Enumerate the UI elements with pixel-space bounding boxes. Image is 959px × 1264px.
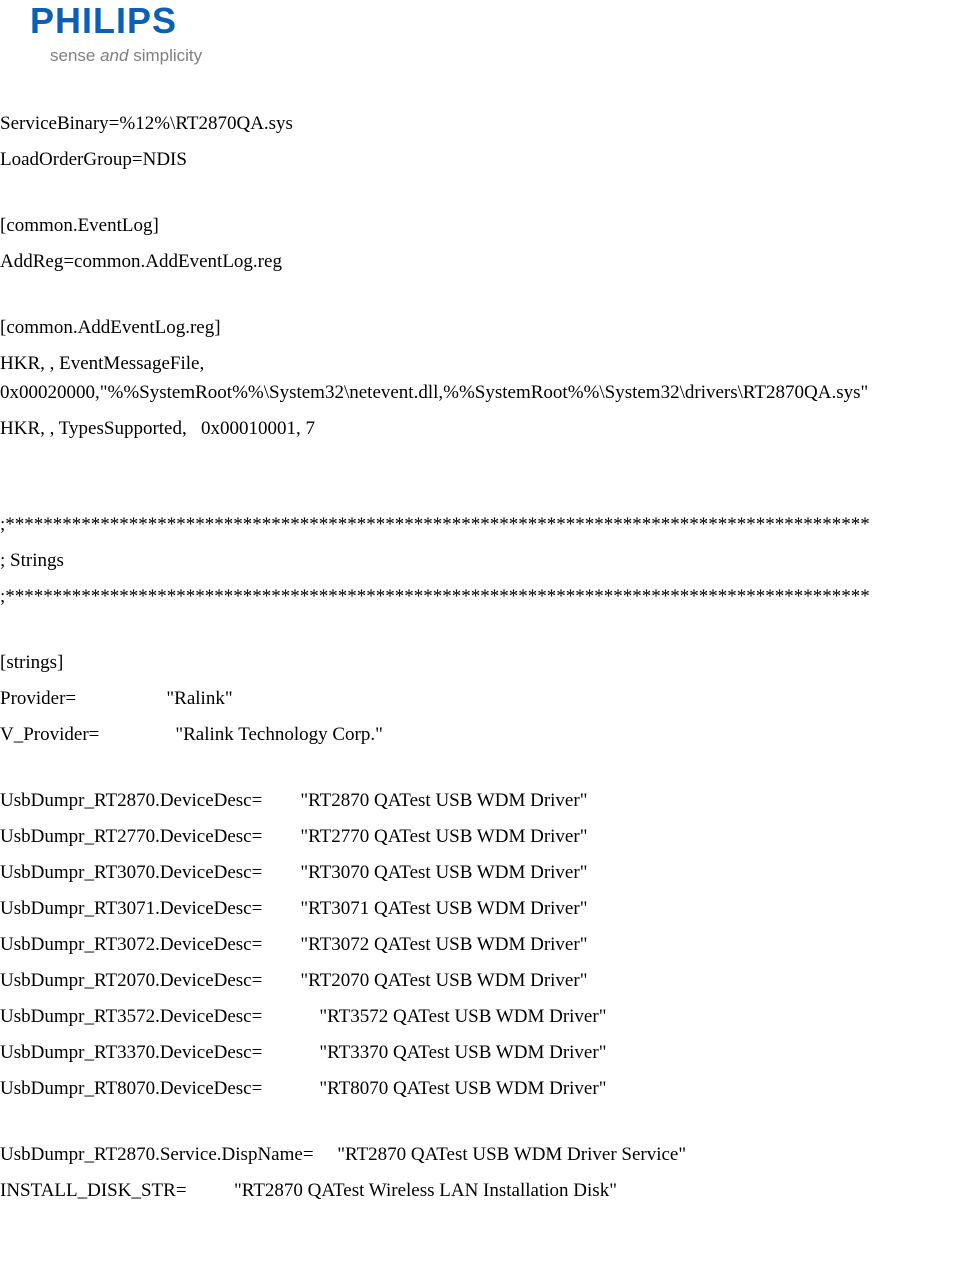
code-line: UsbDumpr_RT2870.Service.DispName= "RT287… — [0, 1137, 959, 1173]
code-line: LoadOrderGroup=NDIS — [0, 142, 959, 178]
code-line: UsbDumpr_RT3071.DeviceDesc= "RT3071 QATe… — [0, 891, 959, 927]
code-line: UsbDumpr_RT8070.DeviceDesc= "RT8070 QATe… — [0, 1071, 959, 1107]
code-line: 0x00020000,"%%SystemRoot%%\System32\nete… — [0, 382, 959, 411]
code-line: UsbDumpr_RT2870.DeviceDesc= "RT2870 QATe… — [0, 783, 959, 819]
code-line: UsbDumpr_RT3370.DeviceDesc= "RT3370 QATe… — [0, 1035, 959, 1071]
code-line: UsbDumpr_RT2770.DeviceDesc= "RT2770 QATe… — [0, 819, 959, 855]
code-line: UsbDumpr_RT3572.DeviceDesc= "RT3572 QATe… — [0, 999, 959, 1035]
code-line: UsbDumpr_RT3070.DeviceDesc= "RT3070 QATe… — [0, 855, 959, 891]
code-line: [common.EventLog] — [0, 208, 959, 244]
code-line: UsbDumpr_RT3072.DeviceDesc= "RT3072 QATe… — [0, 927, 959, 963]
code-line: ServiceBinary=%12%\RT2870QA.sys — [0, 106, 959, 142]
code-line: ; Strings — [0, 543, 959, 579]
code-line: INSTALL_DISK_STR= "RT2870 QATest Wireles… — [0, 1173, 959, 1209]
philips-logo: PHILIPS sense and simplicity — [30, 0, 959, 66]
document-body: ServiceBinary=%12%\RT2870QA.sys LoadOrde… — [0, 76, 959, 1209]
code-line: UsbDumpr_RT2070.DeviceDesc= "RT2070 QATe… — [0, 963, 959, 999]
code-line: [strings] — [0, 645, 959, 681]
code-line: HKR, , TypesSupported, 0x00010001, 7 — [0, 411, 959, 447]
code-line: [common.AddEventLog.reg] — [0, 310, 959, 346]
tagline-and: and — [100, 46, 128, 65]
code-line: AddReg=common.AddEventLog.reg — [0, 244, 959, 280]
code-line: Provider= "Ralink" — [0, 681, 959, 717]
logo-brand: PHILIPS — [30, 0, 959, 42]
logo-tagline: sense and simplicity — [50, 46, 959, 66]
tagline-suffix: simplicity — [128, 46, 202, 65]
code-line: ;***************************************… — [0, 579, 959, 615]
code-line: ;***************************************… — [0, 507, 959, 543]
code-line: HKR, , EventMessageFile, — [0, 346, 959, 382]
code-line: V_Provider= "Ralink Technology Corp." — [0, 717, 959, 753]
tagline-prefix: sense — [50, 46, 100, 65]
